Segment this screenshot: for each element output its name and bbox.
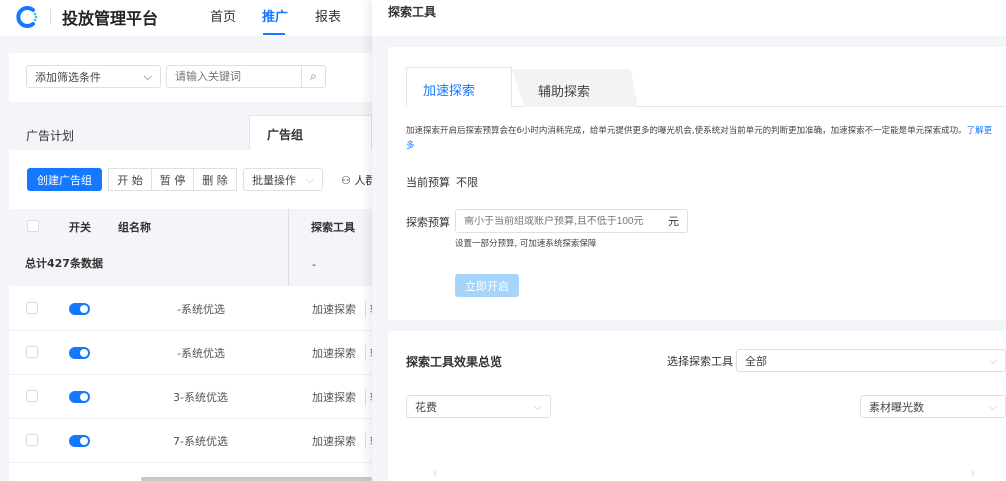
row-checkbox[interactable]: [26, 434, 38, 446]
chevron-down-icon: ⌵: [988, 353, 997, 367]
table-row: -系统优选 加速探索 辅: [9, 287, 381, 331]
table-row: 3-系统优选 加速探索 辅: [9, 375, 381, 419]
col-explore-tool: 探索工具: [311, 221, 355, 234]
row-checkbox[interactable]: [26, 390, 38, 402]
batch-operation-select[interactable]: 批量操作 ⌵: [243, 168, 323, 191]
table-header: 开关 组名称 探索工具: [9, 209, 372, 243]
group-name[interactable]: -系统优选: [177, 301, 225, 317]
metric-left-select[interactable]: 花费 ⌵: [406, 395, 551, 418]
total-count: 总计427条数据: [25, 257, 103, 270]
batch-label: 批量操作: [252, 173, 296, 187]
divider: [50, 9, 51, 25]
nav-home[interactable]: 首页: [210, 6, 236, 25]
group-name[interactable]: 7-系统优选: [173, 433, 228, 449]
metric-left-value: 花费: [415, 400, 437, 414]
explore-tool-link[interactable]: 加速探索: [312, 389, 356, 405]
tab-ad-group[interactable]: 广告组: [249, 115, 372, 151]
start-now-button[interactable]: 立即开启: [455, 274, 519, 297]
chevron-down-icon: ⌵: [305, 172, 314, 186]
logo-icon: [16, 6, 38, 28]
search-icon[interactable]: ⌕: [301, 66, 325, 87]
nav-active-indicator: [263, 33, 285, 35]
nav-report[interactable]: 报表: [315, 6, 341, 25]
current-budget-label: 当前预算: [406, 176, 450, 189]
table-row: -系统优选 加速探索 辅: [9, 331, 381, 375]
tool-select[interactable]: 全部 ⌵: [736, 349, 1006, 372]
chevron-down-icon: ⌵: [143, 69, 152, 83]
status-toggle[interactable]: [69, 303, 90, 315]
brand-title: 投放管理平台: [62, 9, 159, 28]
user-icon: ⚇: [341, 174, 355, 187]
group-name[interactable]: -系统优选: [177, 345, 225, 361]
table-row: 7-系统优选 加速探索 辅: [9, 419, 381, 463]
col-group-name: 组名称: [118, 221, 151, 234]
keyword-search[interactable]: ⌕: [166, 65, 326, 88]
current-budget-value: 不限: [456, 176, 478, 189]
total-row: 总计427条数据 -: [9, 209, 372, 286]
search-input[interactable]: [167, 66, 301, 87]
explore-tool-drawer: 探索工具 辅助探索 加速探索 加速探索开启后探索预算会在6小时内消耗完成，给单元…: [372, 0, 1006, 481]
explore-tool-link[interactable]: 加速探索: [312, 301, 356, 317]
overview-card: 探索工具效果总览 选择探索工具 全部 ⌵ 花费 ⌵ 素材曝光数 ⌵ 3 3: [388, 331, 1006, 481]
tab-assist-explore[interactable]: 辅助探索: [512, 69, 638, 107]
budget-hint: 设置一部分预算, 可加速系统探索保障: [455, 239, 597, 249]
tool-select-label: 选择探索工具: [667, 355, 733, 368]
delete-button[interactable]: 删 除: [193, 168, 237, 191]
column-divider: [288, 209, 289, 286]
explore-tool-link[interactable]: 加速探索: [312, 345, 356, 361]
add-filter-select[interactable]: 添加筛选条件 ⌵: [26, 65, 161, 88]
chevron-down-icon: ⌵: [533, 399, 542, 413]
status-toggle[interactable]: [69, 435, 90, 447]
budget-unit: 元: [668, 215, 679, 228]
budget-input[interactable]: [456, 215, 668, 227]
accelerate-description: 加速探索开启后探索预算会在6小时内消耗完成，给单元提供更多的曝光机会,使系统对当…: [406, 124, 996, 154]
budget-label: 探索预算: [406, 216, 450, 229]
nav-promotion[interactable]: 推广: [262, 6, 288, 25]
tab-accelerate-explore[interactable]: 加速探索: [406, 67, 512, 107]
overview-title: 探索工具效果总览: [406, 355, 503, 369]
chevron-down-icon: ⌵: [988, 399, 997, 413]
row-checkbox[interactable]: [26, 302, 38, 314]
start-button[interactable]: 开 始: [108, 168, 152, 191]
status-toggle[interactable]: [69, 391, 90, 403]
budget-field[interactable]: 元: [455, 209, 688, 233]
horizontal-scrollbar[interactable]: [141, 477, 372, 481]
total-tool: -: [312, 258, 316, 271]
tab-ad-plan[interactable]: 广告计划: [26, 127, 74, 144]
create-ad-group-button[interactable]: 创建广告组: [27, 168, 102, 191]
pause-button[interactable]: 暂 停: [151, 168, 194, 191]
metric-right-select[interactable]: 素材曝光数 ⌵: [860, 395, 1006, 418]
filter-card: 添加筛选条件 ⌵ ⌕: [9, 53, 372, 102]
add-filter-label: 添加筛选条件: [35, 70, 101, 84]
status-toggle[interactable]: [69, 347, 90, 359]
axis-left-tick: 3: [432, 469, 438, 478]
drawer-header: 探索工具: [372, 0, 1006, 36]
tool-select-value: 全部: [745, 354, 767, 368]
explore-tool-link[interactable]: 加速探索: [312, 433, 356, 449]
accelerate-card: 辅助探索 加速探索 加速探索开启后探索预算会在6小时内消耗完成，给单元提供更多的…: [388, 47, 1006, 320]
tab-bar: 广告计划 广告组: [9, 115, 372, 151]
group-name[interactable]: 3-系统优选: [173, 389, 228, 405]
metric-right-value: 素材曝光数: [869, 400, 924, 414]
col-switch: 开关: [69, 221, 91, 234]
row-checkbox[interactable]: [26, 346, 38, 358]
drawer-title: 探索工具: [388, 5, 437, 19]
description-text: 加速探索开启后探索预算会在6小时内消耗完成，给单元提供更多的曝光机会,使系统对当…: [406, 126, 967, 136]
select-all-checkbox[interactable]: [27, 220, 39, 232]
axis-right-tick: 3: [970, 469, 976, 478]
